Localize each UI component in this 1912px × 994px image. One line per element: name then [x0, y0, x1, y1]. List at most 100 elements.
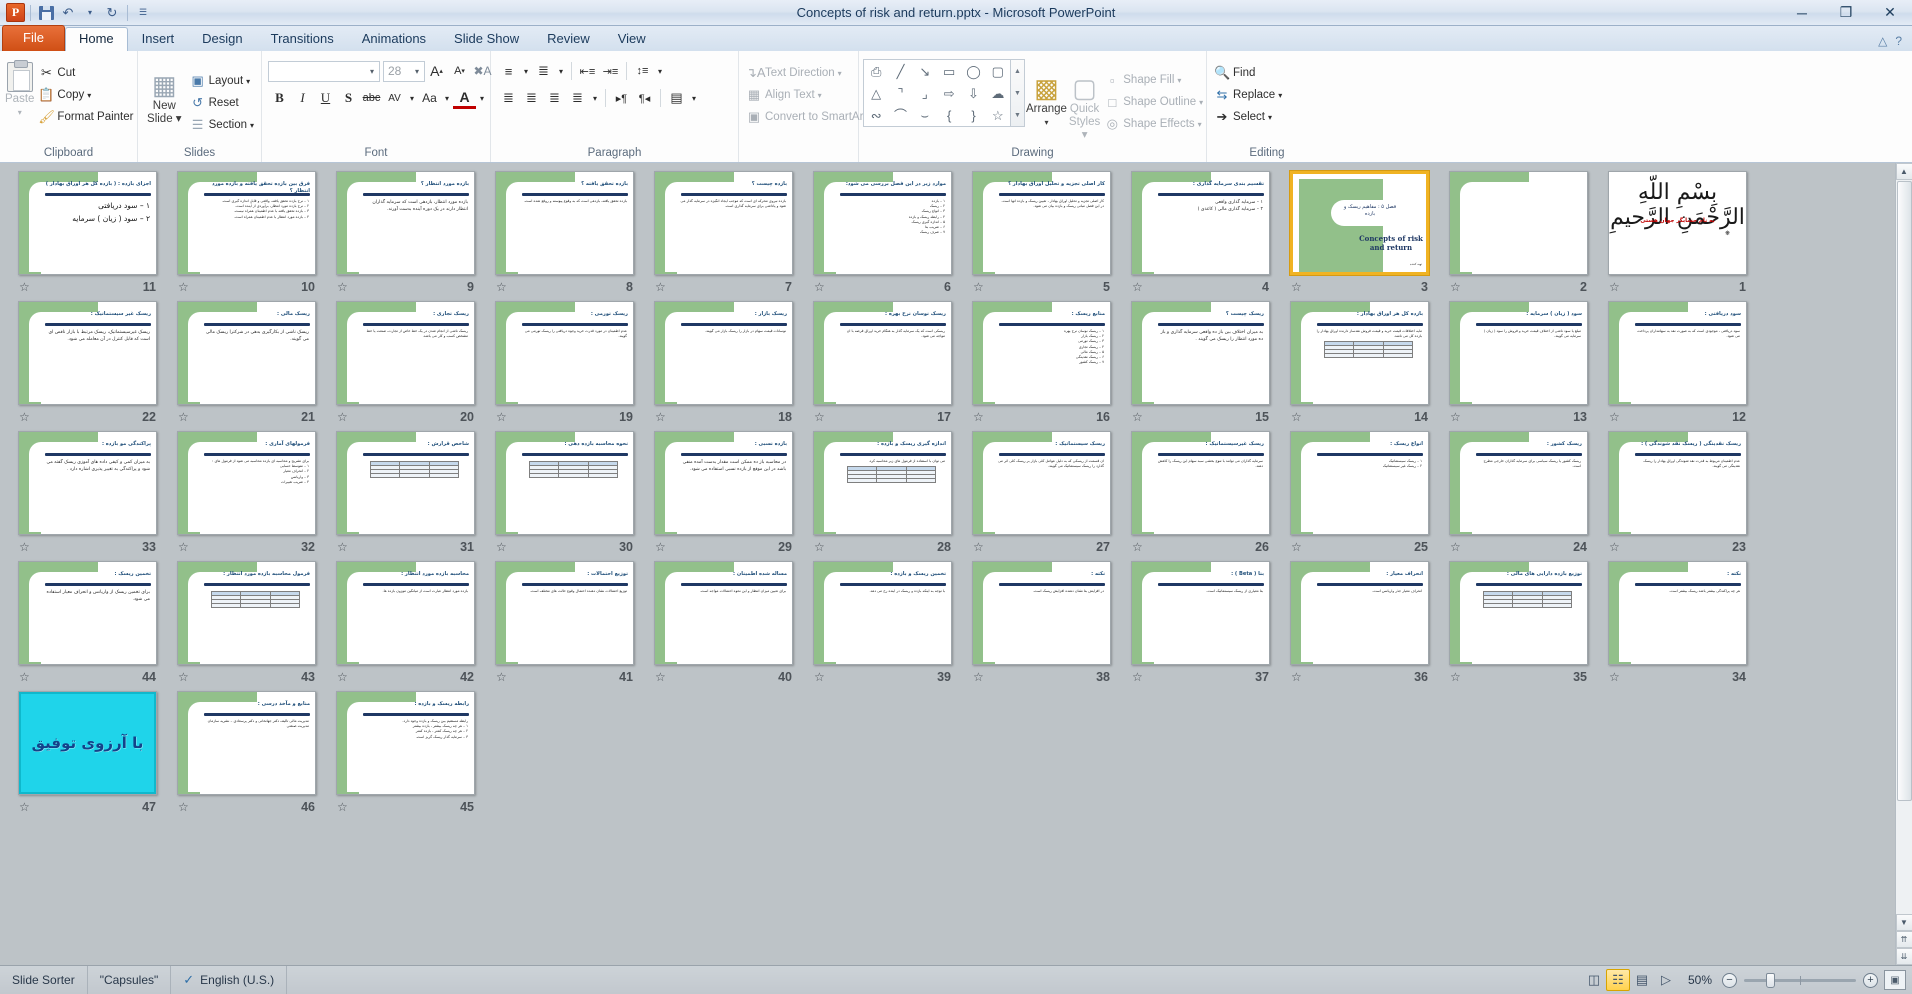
slide-thumb-frame[interactable]: ریسک غیرسیستماتیک : سرمایه گذاران می توان… — [1131, 431, 1270, 535]
numbering-button[interactable]: ≣ — [532, 60, 555, 82]
shape-arrow-icon[interactable]: ↘ — [919, 65, 930, 78]
slide-thumbnail-27[interactable]: ریسک سیستماتیک : آن قسمت از ریسکی که به د… — [962, 431, 1121, 561]
slide-transition-icon[interactable]: ☆ — [1609, 410, 1620, 424]
slide-thumbnail-22[interactable]: ریسک غیر سیستماتیک : ریسک غیرسیستماتیک، ر… — [8, 301, 167, 431]
select-button[interactable]: ➔ Select ▾ — [1211, 106, 1285, 128]
slide-transition-icon[interactable]: ☆ — [178, 800, 189, 814]
slide-thumbnail-38[interactable]: نکته : در افزایش بتا نشان دهنده افزایش ری… — [962, 561, 1121, 691]
paste-button[interactable]: Paste ▾ — [4, 56, 35, 122]
slide-transition-icon[interactable]: ☆ — [178, 280, 189, 294]
layout-button[interactable]: ▣ Layout ▾ — [187, 70, 257, 92]
zoom-slider[interactable] — [1744, 972, 1856, 988]
slide-transition-icon[interactable]: ☆ — [814, 280, 825, 294]
slide-transition-icon[interactable]: ☆ — [1132, 410, 1143, 424]
slide-thumb-frame[interactable]: ریسک تجاری : ریسک ناشی از انجام شدن در یک… — [336, 301, 475, 405]
slide-show-view-button[interactable]: ▷ — [1654, 969, 1678, 991]
minimize-ribbon-icon[interactable]: △ — [1878, 34, 1887, 48]
columns-caret-icon[interactable]: ▾ — [688, 87, 700, 109]
slide-transition-icon[interactable]: ☆ — [19, 800, 30, 814]
grow-font-button[interactable]: A ▴ — [425, 60, 448, 82]
slide-thumbnail-13[interactable]: سود ( زیان ) سرمایه : مبلغ یا سود ناشی از… — [1439, 301, 1598, 431]
shape-rectangle-icon[interactable]: ▭ — [943, 65, 955, 78]
previous-slide-icon[interactable]: ⇈ — [1895, 931, 1912, 948]
slide-thumbnail-18[interactable]: ریسک بازار : نوسانات قیمت سهام در بازار ر… — [644, 301, 803, 431]
slide-thumbnail-39[interactable]: تخمین ریسک و بازده : با توجه به اینکه باز… — [803, 561, 962, 691]
slide-transition-icon[interactable]: ☆ — [814, 410, 825, 424]
slide-thumbnail-45[interactable]: رابطه ریسک و بازده : رابطه مستقیم بین ریس… — [326, 691, 485, 821]
slide-transition-icon[interactable]: ☆ — [1450, 540, 1461, 554]
slide-thumb-frame[interactable]: تقسیم بندی سرمایه گذاری : ۱ – سرمایه گذار… — [1131, 171, 1270, 275]
slide-transition-icon[interactable]: ☆ — [973, 670, 984, 684]
slide-transition-icon[interactable]: ☆ — [973, 280, 984, 294]
shapes-gallery-scrollbar[interactable]: ▲ ▼ ▼ — [1011, 59, 1025, 127]
slide-transition-icon[interactable]: ☆ — [814, 670, 825, 684]
slide-transition-icon[interactable]: ☆ — [1132, 540, 1143, 554]
slide-thumbnail-36[interactable]: انحراف معیار : انحراف معیار جذر واریانس ا… — [1280, 561, 1439, 691]
slide-thumbnail-42[interactable]: محاسبه بازده مورد انتظار : بازده مورد انت… — [326, 561, 485, 691]
shape-oval-icon[interactable]: ◯ — [966, 65, 981, 78]
line-spacing-caret-icon[interactable]: ▾ — [654, 60, 666, 82]
status-language[interactable]: ✓ English (U.S.) — [171, 966, 288, 994]
shape-down-arrow-icon[interactable]: ⇩ — [968, 87, 979, 100]
slide-thumb-frame[interactable]: منابع و مآخذ درسی : مدیریت مالی تألیف دکت… — [177, 691, 316, 795]
slide-transition-icon[interactable]: ☆ — [178, 540, 189, 554]
slide-transition-icon[interactable]: ☆ — [1291, 540, 1302, 554]
minimize-button[interactable]: ─ — [1780, 0, 1824, 25]
shape-fill-button[interactable]: ▫ Shape Fill ▾ — [1101, 69, 1206, 91]
tab-insert[interactable]: Insert — [128, 27, 189, 51]
close-button[interactable]: ✕ — [1868, 0, 1912, 25]
slide-thumbnail-23[interactable]: ریسک نقدینگی ( ریسک نقد شوندگی ) : عدم اط… — [1598, 431, 1757, 561]
slide-thumb-frame[interactable]: ریسک نوسان نرخ بهره : ریسکی است که یک سرم… — [813, 301, 952, 405]
slide-thumbnail-43[interactable]: فرمول محاسبه بازده مورد انتظار : ☆ 43 — [167, 561, 326, 691]
slide-thumb-frame[interactable]: توزیع بازده دارایی های مالی : — [1449, 561, 1588, 665]
shape-effects-button[interactable]: ◎ Shape Effects ▾ — [1101, 113, 1206, 135]
slide-thumbnail-46[interactable]: منابع و مآخذ درسی : مدیریت مالی تألیف دکت… — [167, 691, 326, 821]
slide-thumb-frame[interactable]: فصل ۵ : مفاهیم ریسک و بازده Concepts of r… — [1289, 170, 1430, 276]
slide-thumbnail-6[interactable]: موارد زیر در این فصل بررسی می شود: ۱ – با… — [803, 171, 962, 301]
slide-thumbnail-16[interactable]: منابع ریسک : ۱ – ریسک نوسان نرخ بهره ۲ – ر… — [962, 301, 1121, 431]
font-color-button[interactable]: A — [453, 87, 476, 109]
slide-thumbnail-4[interactable]: تقسیم بندی سرمایه گذاری : ۱ – سرمایه گذار… — [1121, 171, 1280, 301]
undo-dropdown-icon[interactable]: ▾ — [80, 3, 100, 23]
slide-thumb-frame[interactable]: با آرزوی توفیق — [18, 691, 157, 795]
slide-thumb-frame[interactable]: کار اصلی تجزیه و تحلیل اوراق بهادار ؟ کار… — [972, 171, 1111, 275]
slide-thumbnail-28[interactable]: اندازه گیری ریسک و بازده : می توان با است… — [803, 431, 962, 561]
slide-thumb-frame[interactable]: نکته : هر چه پراکندگی بیشتر باشد ریسک بیش… — [1608, 561, 1747, 665]
slide-thumbnail-5[interactable]: کار اصلی تجزیه و تحلیل اوراق بهادار ؟ کار… — [962, 171, 1121, 301]
tab-review[interactable]: Review — [533, 27, 604, 51]
slide-thumbnail-33[interactable]: پراکندگی مو بازده : به میزان کمی و کیفی د… — [8, 431, 167, 561]
slide-transition-icon[interactable]: ☆ — [337, 800, 348, 814]
slide-transition-icon[interactable]: ☆ — [814, 540, 825, 554]
slide-thumbnail-11[interactable]: اجزای بازده : ( بازده کل هر اوراق بهادار… — [8, 171, 167, 301]
zoom-slider-handle[interactable] — [1766, 972, 1775, 988]
slide-thumb-frame[interactable]: انواع ریسک : ۱ – ریسک سیستماتیک ۲ – ریسک غ… — [1290, 431, 1429, 535]
bullets-button[interactable]: ≡ — [497, 60, 520, 82]
slide-thumb-frame[interactable]: بتا ( Beta ) : بتا معیاری از ریسک سیستمات… — [1131, 561, 1270, 665]
shape-elbow-connector-icon[interactable]: ⌝ — [897, 87, 903, 100]
find-button[interactable]: 🔍 Find — [1211, 62, 1285, 84]
slide-thumbnail-12[interactable]: سود دریافتی : سود دریافتی ، موجودی است که… — [1598, 301, 1757, 431]
slide-thumb-frame[interactable]: سود دریافتی : سود دریافتی ، موجودی است که… — [1608, 301, 1747, 405]
slide-transition-icon[interactable]: ☆ — [496, 540, 507, 554]
slide-thumbnail-21[interactable]: ریسک مالی : ریسک ناشی از بکارگیری بدهی در… — [167, 301, 326, 431]
shape-curve-icon[interactable]: ⌒ — [894, 109, 907, 122]
format-painter-button[interactable]: 🖌 Format Painter — [35, 106, 136, 128]
slide-thumbnail-10[interactable]: فرق بین بازده تحقق یافته و بازده مورد ان… — [167, 171, 326, 301]
scroll-up-icon[interactable]: ▲ — [1895, 163, 1912, 180]
slide-thumb-frame[interactable]: رابطه ریسک و بازده : رابطه مستقیم بین ریس… — [336, 691, 475, 795]
justify-caret-icon[interactable]: ▾ — [589, 87, 601, 109]
slide-thumbnail-9[interactable]: بازده مورد انتظار ؟ بازده مورد انتظار، با… — [326, 171, 485, 301]
slide-transition-icon[interactable]: ☆ — [1609, 670, 1620, 684]
slide-thumb-frame[interactable]: انحراف معیار : انحراف معیار جذر واریانس ا… — [1290, 561, 1429, 665]
slide-thumb-frame[interactable] — [1449, 171, 1588, 275]
text-direction-button[interactable]: ↴A Text Direction ▾ — [743, 62, 877, 84]
slide-thumb-frame[interactable]: محاسبه بازده مورد انتظار : بازده مورد انت… — [336, 561, 475, 665]
tab-view[interactable]: View — [604, 27, 660, 51]
customize-qat-icon[interactable]: ☰ — [133, 3, 153, 23]
shape-star-icon[interactable]: ☆ — [992, 109, 1004, 122]
slide-thumbnail-35[interactable]: توزیع بازده دارایی های مالی : ☆ 35 — [1439, 561, 1598, 691]
new-slide-button[interactable]: ▦ New Slide ▾ — [142, 56, 187, 129]
shape-cloud-icon[interactable]: ☁ — [991, 87, 1004, 100]
slide-thumbnail-32[interactable]: فرمولهای آماری : برای تشریح و محاسبه ای ب… — [167, 431, 326, 561]
slide-transition-icon[interactable]: ☆ — [1609, 540, 1620, 554]
